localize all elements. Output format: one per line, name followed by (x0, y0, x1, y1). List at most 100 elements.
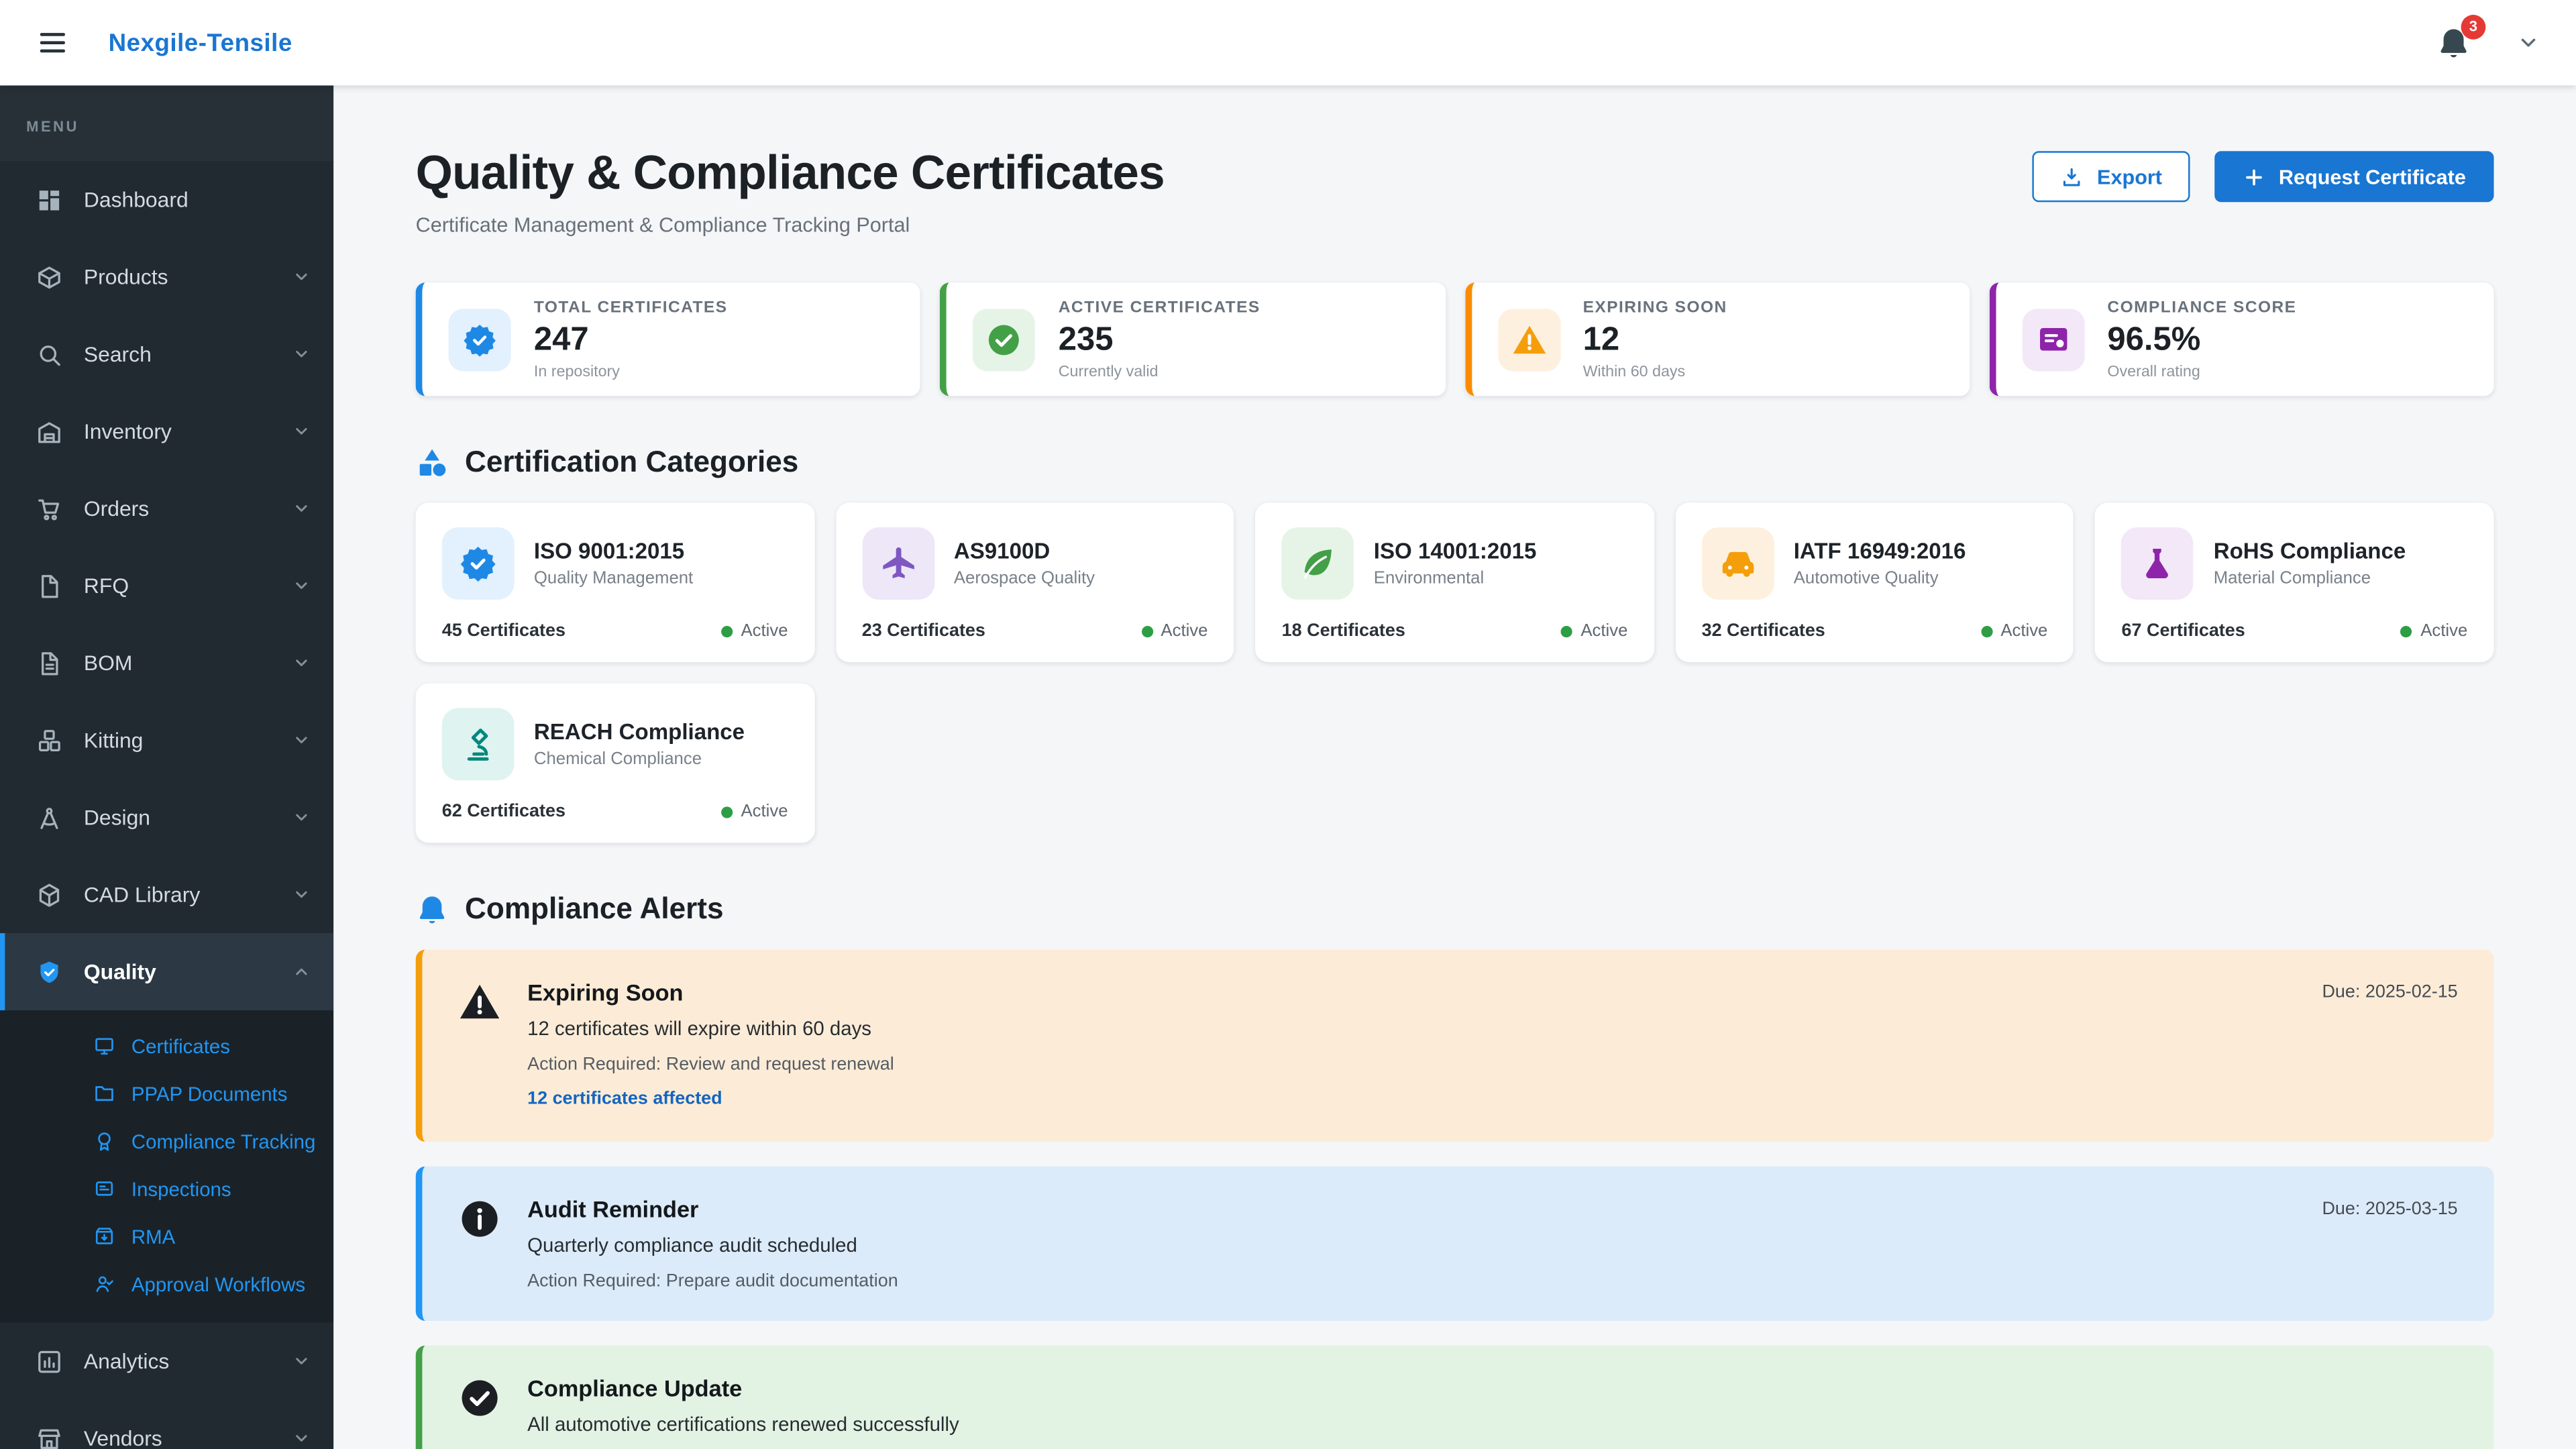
category-card-reach[interactable]: REACH Compliance Chemical Compliance 62 … (415, 684, 814, 844)
hamburger-menu-icon[interactable] (36, 26, 69, 59)
category-card-rohs[interactable]: RoHS Compliance Material Compliance 67 C… (2095, 503, 2494, 663)
flask-icon (2121, 527, 2194, 600)
alert-audit-reminder: Audit Reminder Quarterly compliance audi… (415, 1167, 2494, 1322)
chevron-down-icon (292, 808, 311, 826)
alert-title: Audit Reminder (527, 1196, 699, 1223)
category-shapes-icon (416, 447, 449, 480)
score-certificate-icon (2022, 309, 2085, 372)
chevron-down-icon (292, 654, 311, 672)
sidebar-item-label: Vendors (83, 1426, 162, 1449)
topbar-actions: 3 (2436, 13, 2540, 60)
brand-title: Nexgile-Tensile (108, 28, 292, 57)
sidebar-item-bom[interactable]: BOM (0, 625, 333, 702)
alert-due-date: Due: 2025-03-15 (2322, 1199, 2458, 1220)
sidebar-item-vendors[interactable]: Vendors (0, 1400, 333, 1449)
chevron-down-icon (292, 731, 311, 749)
account-chevron-down-icon[interactable] (2517, 32, 2540, 54)
stat-value: 96.5% (2107, 321, 2201, 358)
alert-action: Action Required: Review and request rene… (527, 1055, 894, 1075)
category-status: Active (1560, 622, 1627, 641)
person-check-icon (94, 1273, 115, 1295)
status-dot (2400, 625, 2413, 637)
submenu-item-label: Compliance Tracking (131, 1129, 316, 1152)
stat-sub: In repository (533, 362, 620, 381)
chevron-down-icon (292, 499, 311, 517)
sidebar-item-label: Dashboard (83, 187, 189, 212)
folder-icon (94, 1083, 115, 1104)
plus-icon (2243, 165, 2265, 188)
submenu-item-ppap-documents[interactable]: PPAP Documents (0, 1069, 333, 1117)
search-icon (36, 341, 62, 367)
notification-badge: 3 (2461, 13, 2486, 39)
category-name: IATF 16949:2016 (1793, 539, 1966, 564)
page-subtitle: Certificate Management & Compliance Trac… (415, 214, 910, 237)
sidebar-item-label: Inventory (83, 419, 172, 444)
submenu-item-inspections[interactable]: Inspections (0, 1165, 333, 1212)
category-card-iso-9001[interactable]: ISO 9001:2015 Quality Management 45 Cert… (415, 503, 814, 663)
stat-label: ACTIVE CERTIFICATES (1058, 299, 1260, 317)
topbar: Nexgile-Tensile 3 (0, 0, 2576, 86)
bell-icon (416, 894, 449, 926)
status-dot (721, 625, 733, 637)
stat-card-active-certificates: ACTIVE CERTIFICATES 235 Currently valid (940, 283, 1445, 397)
sidebar-item-inventory[interactable]: Inventory (0, 392, 333, 470)
document-icon (36, 572, 62, 598)
category-card-iso-14001[interactable]: ISO 14001:2015 Environmental 18 Certific… (1255, 503, 1654, 663)
export-button[interactable]: Export (2033, 151, 2190, 203)
sidebar-item-label: Search (83, 341, 152, 367)
status-dot (1980, 625, 1993, 637)
chevron-down-icon (292, 422, 311, 440)
sidebar-item-label: Orders (83, 496, 150, 521)
chevron-down-icon (292, 885, 311, 904)
sidebar-item-orders[interactable]: Orders (0, 470, 333, 547)
warehouse-icon (36, 418, 62, 444)
design-compass-icon (36, 804, 62, 830)
sidebar-item-analytics[interactable]: Analytics (0, 1322, 333, 1399)
stat-card-compliance-score: COMPLIANCE SCORE 96.5% Overall rating (1989, 283, 2494, 397)
category-status: Active (1141, 622, 1208, 641)
category-count: 45 Certificates (441, 621, 566, 641)
sidebar-item-dashboard[interactable]: Dashboard (0, 161, 333, 238)
sidebar-item-design[interactable]: Design (0, 779, 333, 856)
submenu-item-rma[interactable]: RMA (0, 1212, 333, 1260)
alert-message: All automotive certifications renewed su… (527, 1413, 959, 1437)
bar-chart-icon (36, 1348, 62, 1374)
main-content: Quality & Compliance Certificates Certif… (333, 85, 2576, 1449)
category-count: 18 Certificates (1281, 621, 1405, 641)
alert-affected-link[interactable]: 12 certificates affected (527, 1090, 722, 1110)
submenu-item-compliance-tracking[interactable]: Compliance Tracking (0, 1117, 333, 1165)
category-card-as9100d[interactable]: AS9100D Aerospace Quality 23 Certificate… (835, 503, 1234, 663)
submenu-item-certificates[interactable]: Certificates (0, 1022, 333, 1069)
category-desc: Material Compliance (2213, 569, 2371, 589)
sidebar-menu-label: MENU (0, 85, 333, 161)
categories-section-header: Certification Categories (416, 446, 2494, 480)
notifications-bell-icon[interactable]: 3 (2436, 13, 2486, 60)
category-count: 62 Certificates (441, 802, 566, 822)
sidebar-item-cad-library[interactable]: CAD Library (0, 856, 333, 933)
sidebar-item-rfq[interactable]: RFQ (0, 547, 333, 625)
chevron-up-icon (292, 963, 311, 981)
sidebar-item-kitting[interactable]: Kitting (0, 702, 333, 779)
stat-label: TOTAL CERTIFICATES (533, 299, 728, 317)
section-title: Compliance Alerts (465, 892, 724, 926)
sidebar-item-search[interactable]: Search (0, 315, 333, 392)
alert-title: Compliance Update (527, 1375, 743, 1402)
chevron-down-icon (292, 1430, 311, 1448)
request-certificate-button[interactable]: Request Certificate (2214, 151, 2494, 203)
sidebar-item-quality[interactable]: Quality (0, 933, 334, 1011)
submenu-item-label: Certificates (131, 1034, 230, 1057)
submenu-item-approval-workflows[interactable]: Approval Workflows (0, 1260, 333, 1307)
category-card-iatf-16949[interactable]: IATF 16949:2016 Automotive Quality 32 Ce… (1675, 503, 2074, 663)
submenu-item-label: PPAP Documents (131, 1081, 288, 1105)
storefront-icon (36, 1425, 62, 1449)
badge-seal-check-icon (441, 527, 515, 600)
stat-value: 12 (1582, 321, 1620, 358)
category-desc: Automotive Quality (1793, 569, 1939, 589)
sidebar-item-label: Kitting (83, 727, 144, 753)
stat-sub: Currently valid (1058, 362, 1159, 381)
shield-check-icon (36, 959, 62, 985)
stat-sub: Overall rating (2107, 362, 2200, 381)
section-title: Certification Categories (465, 445, 799, 479)
products-box-icon (36, 264, 62, 290)
sidebar-item-products[interactable]: Products (0, 238, 333, 315)
